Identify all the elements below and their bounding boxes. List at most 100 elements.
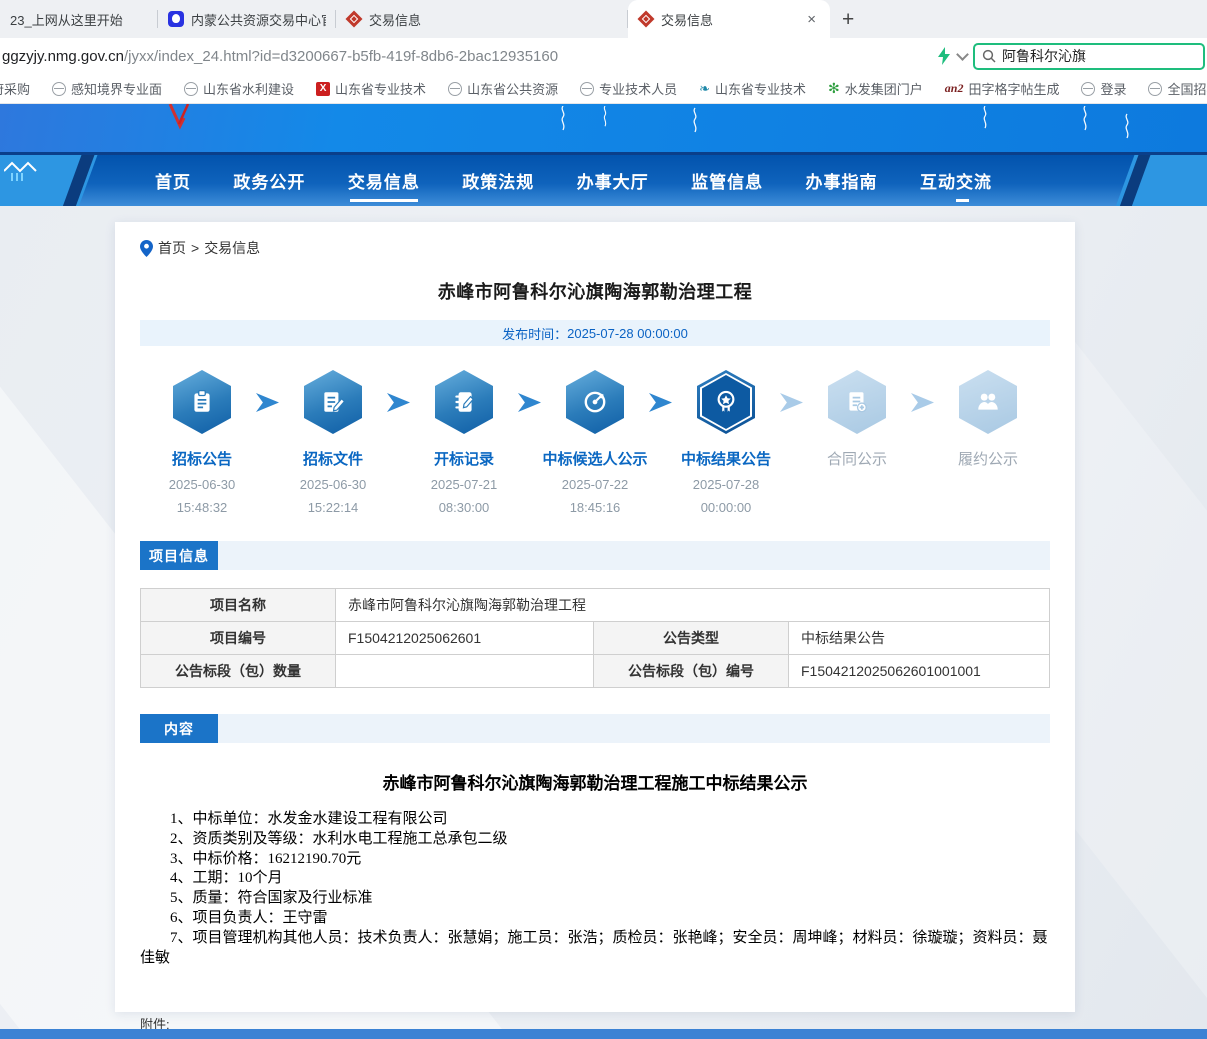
project-info-tab: 项目信息: [140, 541, 218, 570]
step-performance-publicity: 履约公示: [934, 370, 1042, 477]
browser-tab[interactable]: 内蒙公共资源交易中心官网_百度: [158, 0, 336, 38]
arrow-icon: [780, 393, 803, 412]
project-name-value: 赤峰市阿鲁科尔沁旗陶海郭勒治理工程: [336, 589, 1050, 622]
bookmark-item[interactable]: 全国招标公告公: [1148, 79, 1207, 98]
globe-icon: [448, 82, 462, 96]
bookmark-item[interactable]: ❧山东省专业技术: [699, 79, 806, 98]
clipboard-icon: [189, 389, 215, 415]
nav-item-policy[interactable]: 政策法规: [462, 168, 534, 195]
step-tender-documents[interactable]: 招标文件 2025-06-30 15:22:14: [279, 370, 387, 515]
breadcrumb-current[interactable]: 交易信息: [204, 238, 260, 258]
contract-icon: [844, 389, 870, 415]
nav-item-guide[interactable]: 办事指南: [806, 168, 878, 195]
step-result-announcement[interactable]: 中标结果公告 2025-07-28 00:00:00: [672, 370, 780, 515]
announcement-line: 2、资质类别及等级：水利水电工程施工总承包二级: [140, 830, 1050, 850]
bookmark-item[interactable]: 感知境界专业面: [52, 79, 162, 98]
site-logo-fragment: [166, 104, 200, 130]
content-card: 首页>交易信息 赤峰市阿鲁科尔沁旗陶海郭勒治理工程 发布时间： 2025-07-…: [115, 222, 1075, 1012]
bookmark-item[interactable]: 登录: [1081, 79, 1126, 98]
arrow-icon: [387, 393, 410, 412]
globe-icon: [52, 82, 66, 96]
browser-search-box[interactable]: [973, 43, 1205, 70]
chevron-down-icon[interactable]: [956, 48, 969, 61]
footer-strip: [0, 1029, 1207, 1039]
mongolian-script-decoration: [600, 106, 610, 128]
location-pin-icon: [140, 240, 153, 257]
nav-item-service-hall[interactable]: 办事大厅: [577, 168, 649, 195]
announcement-line: 4、工期：10个月: [140, 869, 1050, 889]
browser-tab-bar: 23_上网从这里开始 内蒙公共资源交易中心官网_百度 交易信息 交易信息 × +: [0, 0, 1207, 38]
nav-item-home[interactable]: 首页: [155, 168, 191, 195]
bookmark-item[interactable]: 政府采购: [0, 79, 30, 98]
tab-title: 内蒙公共资源交易中心官网_百度: [191, 10, 326, 29]
browser-tab[interactable]: 23_上网从这里开始: [0, 0, 158, 38]
arrow-icon: [911, 393, 934, 412]
announcement-line: 5、质量：符合国家及行业标准: [140, 889, 1050, 909]
mongolian-script-decoration: [558, 106, 568, 132]
nav-item-supervision[interactable]: 监管信息: [691, 168, 763, 195]
process-timeline: 招标公告 2025-06-30 15:48:32 招标文件 2025-06-30…: [140, 370, 1050, 515]
address-bar[interactable]: ggzyjy.nmg.gov.cn/jyxx/index_24.html?id=…: [0, 38, 1207, 74]
feather-icon: ❧: [699, 81, 710, 97]
attachment-label: 附件:: [140, 1014, 1050, 1029]
content-section-header: 内容: [140, 714, 1050, 743]
table-row: 项目名称 赤峰市阿鲁科尔沁旗陶海郭勒治理工程: [141, 589, 1050, 622]
mongolian-script-decoration: [1122, 112, 1132, 142]
announcement-line: 1、中标单位：水发金水建设工程有限公司: [140, 810, 1050, 830]
bookmark-item[interactable]: an2田字格字帖生成: [945, 79, 1060, 98]
announcement-body: 1、中标单位：水发金水建设工程有限公司 2、资质类别及等级：水利水电工程施工总承…: [140, 810, 1050, 968]
document-edit-icon: [320, 389, 346, 415]
step-candidate-publicity[interactable]: 中标候选人公示 2025-07-22 18:45:16: [541, 370, 649, 515]
step-bid-opening-record[interactable]: 开标记录 2025-07-21 08:30:00: [410, 370, 518, 515]
nav-item-gov-disclosure[interactable]: 政务公开: [233, 168, 305, 195]
arrow-icon: [518, 393, 541, 412]
close-icon[interactable]: ×: [803, 11, 820, 28]
content-tab: 内容: [140, 714, 218, 743]
nav-item-interaction[interactable]: 互动交流: [920, 168, 992, 195]
arrow-icon: [256, 393, 279, 412]
browser-tab-active[interactable]: 交易信息 ×: [628, 0, 830, 38]
medal-icon: [713, 389, 739, 415]
announcement-line: 3、中标价格：16212190.70元: [140, 850, 1050, 870]
step-tender-announcement[interactable]: 招标公告 2025-06-30 15:48:32: [148, 370, 256, 515]
new-tab-button[interactable]: +: [830, 8, 866, 38]
bookmark-item[interactable]: X山东省专业技术: [316, 79, 426, 98]
baidu-icon: [168, 11, 184, 27]
breadcrumb-home[interactable]: 首页: [158, 238, 186, 258]
breadcrumb-separator: >: [191, 240, 199, 256]
package-number-label: 公告标段（包）编号: [594, 655, 789, 688]
package-number-value: F1504212025062601001001: [789, 655, 1050, 688]
project-info-table: 项目名称 赤峰市阿鲁科尔沁旗陶海郭勒治理工程 项目编号 F15042120250…: [140, 588, 1050, 688]
tab-title: 交易信息: [369, 10, 618, 29]
table-row: 公告标段（包）数量 公告标段（包）编号 F1504212025062601001…: [141, 655, 1050, 688]
search-icon: [982, 49, 996, 63]
announcement-type-label: 公告类型: [594, 622, 789, 655]
project-name-label: 项目名称: [141, 589, 336, 622]
package-count-label: 公告标段（包）数量: [141, 655, 336, 688]
breadcrumb: 首页 > 交易信息: [140, 222, 1050, 258]
announcement-type-value: 中标结果公告: [789, 622, 1050, 655]
bookmark-item[interactable]: 专业技术人员: [580, 79, 677, 98]
bookmark-item[interactable]: 山东省公共资源: [448, 79, 558, 98]
diamond-icon: [638, 11, 654, 27]
announcement-line: 7、项目管理机构其他人员：技术负责人：张慧娟；施工员：张浩；质检员：张艳峰；安全…: [140, 929, 1050, 969]
project-number-value: F1504212025062601: [336, 622, 594, 655]
bookmark-item[interactable]: 山东省水利建设: [184, 79, 294, 98]
browser-tab[interactable]: 交易信息: [336, 0, 628, 38]
lightning-icon[interactable]: [936, 47, 952, 65]
target-icon: [582, 389, 608, 415]
page-background: 首页>交易信息 赤峰市阿鲁科尔沁旗陶海郭勒治理工程 发布时间： 2025-07-…: [0, 206, 1207, 1029]
project-info-section-header: 项目信息: [140, 541, 1050, 570]
red-x-icon: X: [316, 82, 330, 96]
bookmarks-bar: 政府采购 感知境界专业面 山东省水利建设 X山东省专业技术 山东省公共资源 专业…: [0, 74, 1207, 104]
page-title: 赤峰市阿鲁科尔沁旗陶海郭勒治理工程: [140, 278, 1050, 304]
step-contract-publicity: 合同公示: [803, 370, 911, 477]
publish-time-label: 发布时间：: [502, 324, 567, 343]
notebook-icon: [451, 389, 477, 415]
bookmark-item[interactable]: ✻水发集团门户: [828, 79, 923, 98]
search-input[interactable]: [1002, 48, 1152, 64]
globe-icon: [1081, 82, 1095, 96]
people-icon: [975, 389, 1001, 415]
nav-item-trade-info[interactable]: 交易信息: [348, 168, 420, 195]
url-text[interactable]: ggzyjy.nmg.gov.cn/jyxx/index_24.html?id=…: [0, 48, 558, 65]
